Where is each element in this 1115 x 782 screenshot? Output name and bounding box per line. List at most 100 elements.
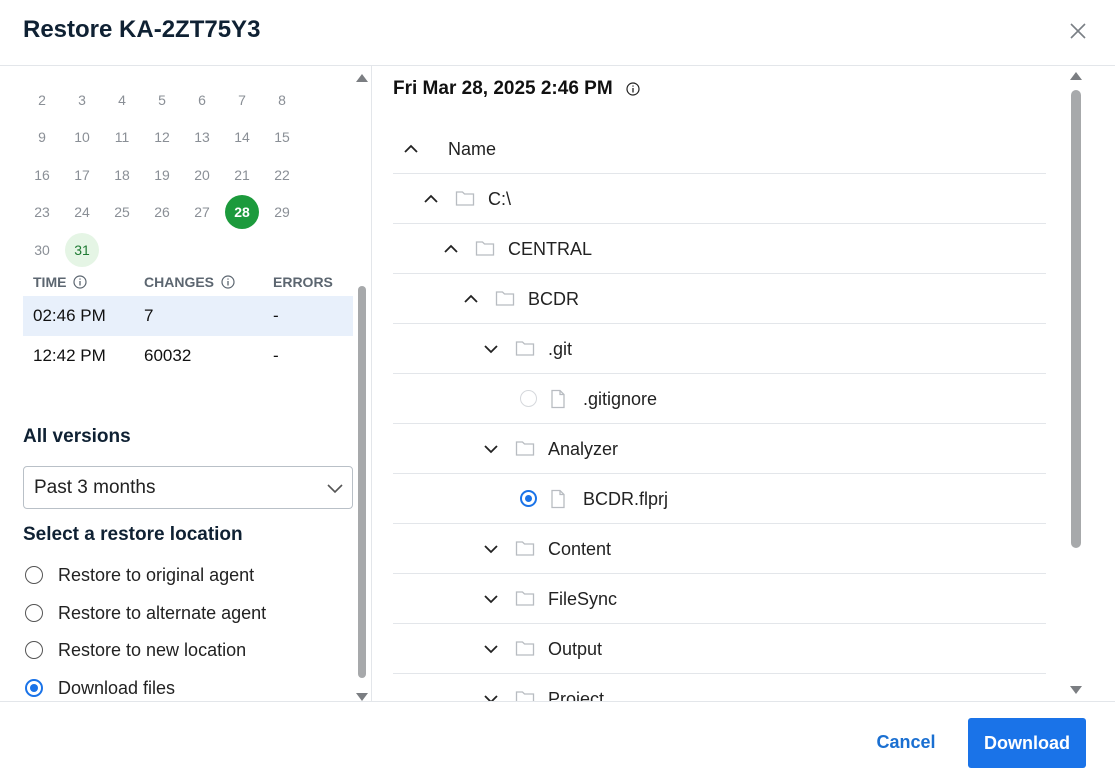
dialog-title: Restore KA-2ZT75Y3 — [23, 16, 261, 43]
calendar-day-selected[interactable]: 28 — [225, 195, 259, 229]
calendar-day[interactable]: 18 — [105, 158, 139, 192]
tree-row-folder[interactable]: Project — [393, 674, 1046, 701]
calendar-day[interactable]: 30 — [25, 233, 59, 267]
calendar-day[interactable]: 19 — [145, 158, 179, 192]
info-icon[interactable] — [221, 275, 235, 289]
calendar-day[interactable]: 23 — [25, 195, 59, 229]
tree-row-folder[interactable]: C:\ — [393, 174, 1046, 224]
file-radio[interactable] — [520, 390, 537, 407]
calendar-day[interactable]: 9 — [25, 120, 59, 154]
calendar-day[interactable]: 7 — [225, 83, 259, 117]
all-versions-select[interactable]: Past 3 months — [23, 466, 353, 509]
tree-item-name: .gitignore — [583, 389, 658, 409]
calendar-day[interactable]: 11 — [105, 120, 139, 154]
tree-row-folder[interactable]: Output — [393, 624, 1046, 674]
radio-label: Restore to new location — [58, 640, 247, 660]
calendar-day[interactable]: 3 — [65, 83, 99, 117]
tree-item-name: Content — [548, 539, 612, 559]
tree-item-name: FileSync — [548, 589, 618, 609]
tree-item-name: Project — [548, 689, 605, 701]
calendar-day[interactable]: 24 — [65, 195, 99, 229]
tree-row-file[interactable]: BCDR.flprj — [393, 474, 1046, 524]
calendar-day[interactable]: 5 — [145, 83, 179, 117]
info-icon[interactable] — [73, 275, 87, 289]
tree-row-folder[interactable]: Analyzer — [393, 424, 1046, 474]
left-scrollbar-thumb[interactable] — [358, 286, 366, 678]
column-header-name[interactable]: Name — [448, 139, 496, 160]
tree-row-file[interactable]: .gitignore — [393, 374, 1046, 424]
folder-icon — [515, 591, 535, 606]
tree-item-name: .git — [548, 339, 573, 359]
chevron-up-icon[interactable] — [443, 241, 459, 257]
calendar-day-today[interactable]: 31 — [65, 233, 99, 267]
download-button[interactable]: Download — [968, 718, 1086, 768]
calendar-day[interactable]: 13 — [185, 120, 219, 154]
snapshot-title: Fri Mar 28, 2025 2:46 PM — [393, 78, 640, 100]
chevron-down-icon[interactable] — [483, 591, 499, 607]
version-errors: - — [273, 346, 279, 365]
radio-button-checked[interactable] — [25, 679, 43, 697]
dialog-header: Restore KA-2ZT75Y3 — [0, 0, 1115, 66]
chevron-down-icon — [327, 484, 343, 494]
folder-icon — [515, 341, 535, 356]
chevron-down-icon[interactable] — [483, 641, 499, 657]
snapshot-datetime: Fri Mar 28, 2025 2:46 PM — [393, 78, 613, 99]
calendar-day[interactable]: 6 — [185, 83, 219, 117]
chevron-up-icon[interactable] — [463, 291, 479, 307]
calendar-day[interactable]: 14 — [225, 120, 259, 154]
calendar-day[interactable]: 17 — [65, 158, 99, 192]
calendar-day[interactable]: 29 — [265, 195, 299, 229]
tree-row-folder[interactable]: BCDR — [393, 274, 1046, 324]
version-row[interactable]: 12:42 PM 60032 - — [23, 336, 353, 376]
folder-icon — [455, 191, 475, 206]
scroll-down-icon[interactable] — [1070, 686, 1082, 694]
radio-button[interactable] — [25, 566, 43, 584]
version-row-selected[interactable]: 02:46 PM 7 - — [23, 296, 353, 336]
radio-label: Download files — [58, 678, 176, 698]
right-scrollbar-thumb[interactable] — [1071, 90, 1081, 548]
calendar-day[interactable]: 10 — [65, 120, 99, 154]
tree-row-folder[interactable]: FileSync — [393, 574, 1046, 624]
close-button[interactable] — [1066, 19, 1090, 43]
info-icon[interactable] — [626, 82, 640, 96]
tree-row-folder[interactable]: Content — [393, 524, 1046, 574]
calendar-day[interactable]: 20 — [185, 158, 219, 192]
tree-item-name: CENTRAL — [508, 239, 593, 259]
calendar-day[interactable]: 2 — [25, 83, 59, 117]
scroll-up-icon[interactable] — [1070, 72, 1082, 80]
calendar-day[interactable]: 22 — [265, 158, 299, 192]
dialog-footer: Cancel Download — [0, 701, 1115, 782]
cancel-button[interactable]: Cancel — [866, 722, 946, 762]
right-panel: Fri Mar 28, 2025 2:46 PM Name C:\ CENTRA… — [373, 66, 1115, 701]
radio-button[interactable] — [25, 604, 43, 622]
column-header-errors: ERRORS — [273, 274, 333, 290]
radio-label: Restore to original agent — [58, 565, 255, 585]
calendar-day[interactable]: 26 — [145, 195, 179, 229]
calendar-day[interactable]: 21 — [225, 158, 259, 192]
version-errors: - — [273, 306, 279, 325]
chevron-up-icon[interactable] — [403, 141, 419, 157]
restore-dialog: Restore KA-2ZT75Y3 2 3 4 5 6 7 8 9 10 11… — [0, 0, 1115, 782]
calendar-day[interactable]: 16 — [25, 158, 59, 192]
folder-icon — [475, 241, 495, 256]
calendar-day[interactable]: 25 — [105, 195, 139, 229]
version-changes: 7 — [144, 306, 154, 325]
chevron-up-icon[interactable] — [423, 191, 439, 207]
chevron-down-icon[interactable] — [483, 541, 499, 557]
radio-button[interactable] — [25, 641, 43, 659]
calendar-day[interactable]: 8 — [265, 83, 299, 117]
tree-row-folder[interactable]: CENTRAL — [393, 224, 1046, 274]
tree-row-folder[interactable]: .git — [393, 324, 1046, 374]
calendar-day[interactable]: 15 — [265, 120, 299, 154]
tree-item-name: BCDR — [528, 289, 580, 309]
calendar-day[interactable]: 27 — [185, 195, 219, 229]
file-radio-checked[interactable] — [520, 490, 537, 507]
chevron-down-icon[interactable] — [483, 691, 499, 701]
scroll-down-icon[interactable] — [356, 693, 368, 701]
scroll-up-icon[interactable] — [356, 74, 368, 82]
calendar-day[interactable]: 4 — [105, 83, 139, 117]
version-time: 12:42 PM — [33, 346, 106, 365]
chevron-down-icon[interactable] — [483, 341, 499, 357]
calendar-day[interactable]: 12 — [145, 120, 179, 154]
chevron-down-icon[interactable] — [483, 441, 499, 457]
